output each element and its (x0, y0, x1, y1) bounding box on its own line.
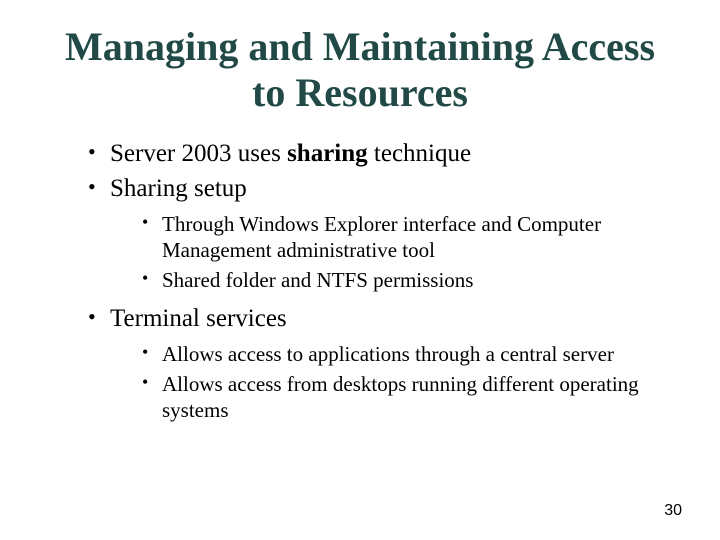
bullet-3-text: Terminal services (110, 305, 287, 332)
slide: Managing and Maintaining Access to Resou… (0, 0, 720, 540)
page-number: 30 (664, 502, 682, 520)
bullet-3: Terminal services Allows access to appli… (88, 303, 660, 423)
bullet-2-sub-1: Through Windows Explorer interface and C… (142, 211, 660, 264)
bullet-1-pre: Server 2003 uses (110, 140, 287, 167)
bullet-list: Server 2003 uses sharing technique Shari… (60, 138, 660, 423)
bullet-2-sublist: Through Windows Explorer interface and C… (110, 211, 660, 294)
bullet-3-sub-1: Allows access to applications through a … (142, 341, 660, 367)
bullet-1-post: technique (368, 140, 471, 167)
bullet-2-sub-2: Shared folder and NTFS permissions (142, 267, 660, 293)
bullet-3-sub-2: Allows access from desktops running diff… (142, 371, 660, 424)
bullet-3-sublist: Allows access to applications through a … (110, 341, 660, 424)
slide-title: Managing and Maintaining Access to Resou… (60, 24, 660, 116)
bullet-2: Sharing setup Through Windows Explorer i… (88, 173, 660, 293)
bullet-1: Server 2003 uses sharing technique (88, 138, 660, 169)
bullet-2-text: Sharing setup (110, 175, 247, 202)
bullet-1-bold: sharing (287, 140, 368, 167)
